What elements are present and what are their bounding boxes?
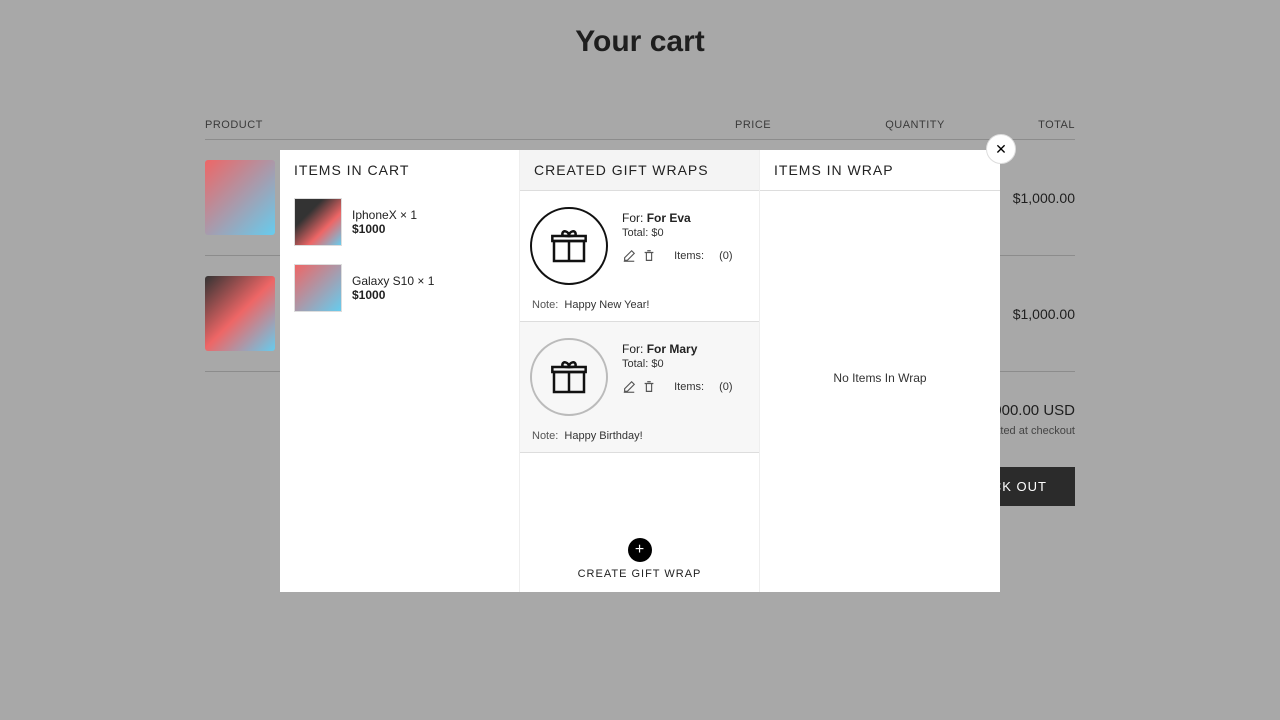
header-total: TOTAL [975,119,1075,131]
gift-icon [530,338,608,416]
total-value: $0 [651,227,663,239]
create-wrap-button[interactable]: + [628,538,652,562]
cart-table-header: PRODUCT PRICE QUANTITY TOTAL [205,119,1075,140]
trash-icon[interactable] [642,249,656,263]
total-value: $0 [651,358,663,370]
header-price: PRICE [735,119,855,131]
close-button[interactable]: ✕ [986,134,1016,164]
product-thumbnail [294,264,342,312]
page-title: Your cart [0,25,1280,59]
product-thumbnail [205,276,275,351]
items-label: Items: [674,250,704,262]
note-label: Note: [532,299,558,311]
gift-icon [530,207,608,285]
cart-item[interactable]: IphoneX × 1 $1000 [294,198,505,246]
total-label: Total: [622,358,648,370]
for-label: For: [622,342,643,356]
gift-wrap-card[interactable]: For: For Eva Total: $0 [520,191,759,322]
plus-icon: + [635,541,644,559]
header-product: PRODUCT [205,119,735,131]
total-label: Total: [622,227,648,239]
cart-item-name: IphoneX × 1 [352,208,417,222]
trash-icon[interactable] [642,380,656,394]
cart-item-price: $1000 [352,222,417,236]
for-name: For Eva [647,211,691,225]
cart-item-name: Galaxy S10 × 1 [352,274,434,288]
created-wraps-header: CREATED GIFT WRAPS [520,150,759,191]
create-wrap-label: CREATE GIFT WRAP [520,568,759,580]
gift-wrap-card[interactable]: For: For Mary Total: $0 [520,322,759,453]
edit-icon[interactable] [622,249,636,263]
edit-icon[interactable] [622,380,636,394]
cart-item[interactable]: Galaxy S10 × 1 $1000 [294,264,505,312]
gift-wrap-modal: ✕ ITEMS IN CART IphoneX × 1 $1000 Galaxy… [280,150,1000,592]
items-count: (0) [719,381,732,393]
items-count: (0) [719,250,732,262]
header-quantity: QUANTITY [855,119,975,131]
note-value: Happy New Year! [564,299,649,311]
product-thumbnail [205,160,275,235]
items-in-wrap-header: ITEMS IN WRAP [760,150,1000,191]
cart-item-price: $1000 [352,288,434,302]
close-icon: ✕ [995,141,1007,158]
items-in-cart-header: ITEMS IN CART [280,150,519,190]
product-thumbnail [294,198,342,246]
items-label: Items: [674,381,704,393]
note-value: Happy Birthday! [564,430,642,442]
for-name: For Mary [647,342,698,356]
for-label: For: [622,211,643,225]
note-label: Note: [532,430,558,442]
no-items-message: No Items In Wrap [760,191,1000,385]
